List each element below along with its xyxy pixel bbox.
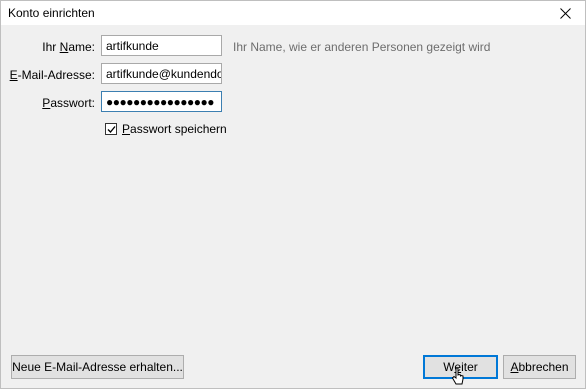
close-button[interactable] <box>555 3 575 23</box>
name-label: Ihr Name: <box>5 40 95 54</box>
email-input[interactable]: artifkunde@kundendo <box>101 63 222 84</box>
new-email-label: Neue E-Mail-Adresse erhalten... <box>12 360 183 374</box>
password-label-suffix: asswort: <box>50 96 95 110</box>
save-password-option[interactable]: Passwort speichern <box>105 122 227 136</box>
save-password-accesskey: P <box>122 122 131 136</box>
cancel-button[interactable]: Abbrechen <box>503 355 576 379</box>
password-label: Passwort: <box>5 96 95 110</box>
name-label-prefix: Ihr <box>42 40 60 54</box>
save-password-label: Passwort speichern <box>122 122 227 136</box>
name-label-accesskey: N <box>59 40 69 54</box>
close-icon <box>559 7 571 19</box>
name-label-suffix: ame: <box>68 40 95 54</box>
email-input-value: artifkunde@kundendo <box>106 67 222 81</box>
window-title: Konto einrichten <box>8 6 95 20</box>
account-setup-dialog: Konto einrichten Ihr Name: artifkunde Ih… <box>0 0 586 389</box>
cancel-label: Abbrechen <box>510 360 568 374</box>
save-password-suffix: asswort speichern <box>130 122 227 136</box>
checkmark-icon <box>107 125 116 133</box>
mouse-cursor-icon <box>451 367 464 385</box>
email-label-accesskey: E <box>9 68 18 82</box>
name-hint: Ihr Name, wie er anderen Personen gezeig… <box>233 40 491 54</box>
new-email-button[interactable]: Neue E-Mail-Adresse erhalten... <box>11 355 184 379</box>
password-input[interactable]: ●●●●●●●●●●●●●●●● <box>101 91 222 112</box>
title-bar: Konto einrichten <box>1 1 585 25</box>
email-label-suffix: -Mail-Adresse: <box>17 68 95 82</box>
cancel-label-suffix: bbrechen <box>518 360 569 374</box>
save-password-checkbox[interactable] <box>105 123 117 135</box>
name-input-value: artifkunde <box>106 39 159 53</box>
email-label: E-Mail-Adresse: <box>5 68 95 82</box>
password-input-value: ●●●●●●●●●●●●●●●● <box>106 95 214 109</box>
name-input[interactable]: artifkunde <box>101 35 222 56</box>
